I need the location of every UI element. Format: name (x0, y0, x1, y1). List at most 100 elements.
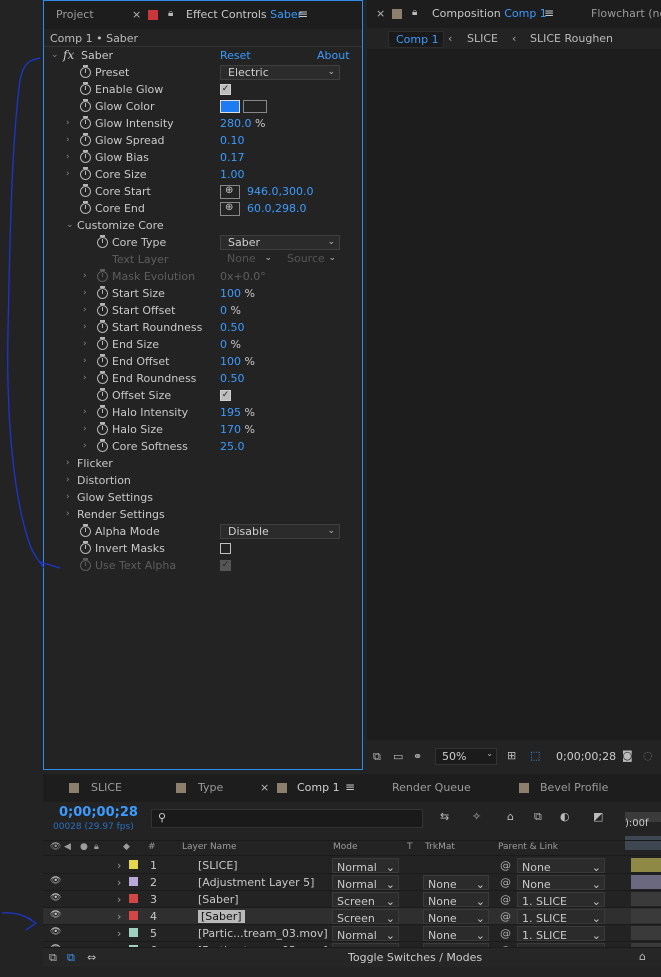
property-row-halo-size[interactable]: › Halo Size 170 % (44, 422, 362, 439)
text-layer-select[interactable]: None ⌄ (220, 252, 276, 267)
breadcrumb-comp1[interactable]: Comp 1 (388, 31, 444, 48)
stopwatch-icon[interactable] (97, 422, 108, 435)
property-row-core-softness[interactable]: › Core Softness 25.0 (44, 439, 362, 456)
property-value[interactable]: 25.0 (220, 440, 245, 453)
layer-row[interactable]: › 1 [SLICE] Normal ⌄ @ None ⌄ (43, 857, 661, 874)
stopwatch-icon[interactable] (80, 133, 91, 146)
chevron-right-icon[interactable]: › (66, 509, 70, 519)
tab-bevel-profile[interactable]: Bevel Profile (540, 781, 608, 794)
chevron-right-icon[interactable]: › (83, 288, 87, 298)
eyedropper-icon[interactable] (243, 100, 267, 113)
layer-duration-bar[interactable] (631, 909, 661, 923)
crosshair-icon[interactable] (220, 185, 240, 199)
stopwatch-icon[interactable] (80, 541, 91, 554)
mask-icon[interactable]: ⚭ (413, 750, 422, 763)
chevron-right-icon[interactable]: › (83, 339, 87, 349)
property-row-enable-glow[interactable]: Enable Glow ✓ (44, 82, 362, 99)
trkmat-select[interactable]: None⌄ (423, 926, 489, 942)
stopwatch-icon[interactable] (97, 303, 108, 316)
tab-effect-controls[interactable]: Effect Controls Saber (186, 8, 302, 21)
lock-icon[interactable]: 🔒︎ (94, 842, 99, 852)
stopwatch-icon[interactable] (80, 82, 91, 95)
chevron-right-icon[interactable]: › (66, 169, 70, 179)
mode-select[interactable]: Screen ⌄ (332, 892, 399, 908)
comp-timecode[interactable]: 0;00;00;28 (556, 750, 616, 763)
property-row-core-start[interactable]: Core Start 946.0,300.0 (44, 184, 362, 201)
layer-search-input[interactable]: ⚲ (151, 809, 423, 828)
property-row-glow-intensity[interactable]: › Glow Intensity 280.0 % (44, 116, 362, 133)
property-row-render-settings[interactable]: › Render Settings (44, 507, 362, 524)
chevron-down-icon[interactable]: ⌄ (51, 50, 59, 60)
crosshair-icon[interactable] (220, 202, 240, 216)
property-row-glow-settings[interactable]: › Glow Settings (44, 490, 362, 507)
composition-viewer[interactable] (367, 50, 661, 740)
panel-menu-icon[interactable]: ≡ (345, 780, 355, 794)
chevron-right-icon[interactable]: › (117, 893, 121, 906)
stopwatch-icon[interactable] (97, 320, 108, 333)
tab-render-queue[interactable]: Render Queue (392, 781, 471, 794)
pickwhip-icon[interactable]: @ (500, 910, 511, 923)
property-value[interactable]: 280.0 % (220, 117, 265, 130)
checkbox[interactable]: ✓ (220, 560, 231, 571)
property-row-halo-intensity[interactable]: › Halo Intensity 195 % (44, 405, 362, 422)
col-t[interactable]: T (407, 842, 413, 852)
stopwatch-icon[interactable] (80, 167, 91, 180)
property-value[interactable]: 1.00 (220, 168, 245, 181)
tab-slice[interactable]: SLICE (91, 781, 122, 794)
layer-row[interactable]: 👁︎ › 5 [Partic...tream_03.mov] Normal ⌄ None ⌄ @… (43, 925, 661, 942)
stopwatch-icon[interactable] (80, 99, 91, 112)
zoom-select[interactable]: 50% ⌄ (435, 748, 497, 765)
stopwatch-icon[interactable] (97, 439, 108, 452)
mode-select[interactable]: Normal⌄ (332, 858, 399, 874)
mode-select[interactable]: Screen ⌄ (332, 909, 399, 925)
chevron-right-icon[interactable]: › (117, 859, 121, 872)
col-layer-name[interactable]: Layer Name (182, 842, 237, 852)
pickwhip-icon[interactable]: @ (500, 859, 511, 872)
eye-icon[interactable]: 👁︎ (50, 910, 61, 920)
layer-row[interactable]: 👁︎ › 4 [Saber] Screen ⌄ None ⌄ @1. SLICE ⌄ (43, 908, 661, 925)
property-row-core-end[interactable]: Core End 60.0,298.0 (44, 201, 362, 218)
timeline-timecode[interactable]: 0;00;00;28 (59, 805, 138, 820)
property-row-end-size[interactable]: › End Size 0 % (44, 337, 362, 354)
property-value[interactable]: 0.50 (220, 321, 245, 334)
zoom-out-icon[interactable]: ⌂ (639, 950, 646, 963)
chevron-right-icon[interactable]: › (66, 135, 70, 145)
eye-icon[interactable]: 👁︎ (50, 842, 61, 852)
property-value[interactable]: 0.10 (220, 134, 245, 147)
checkbox[interactable]: ✓ (220, 84, 231, 95)
layer-name[interactable]: [SLICE] (198, 859, 238, 872)
chevron-right-icon[interactable]: › (83, 305, 87, 315)
property-row-start-offset[interactable]: › Start Offset 0 % (44, 303, 362, 320)
stopwatch-icon[interactable] (80, 150, 91, 163)
property-row-flicker[interactable]: › Flicker (44, 456, 362, 473)
checkbox[interactable]: ✓ (220, 390, 231, 401)
in-out-icon[interactable]: ⇔ (87, 951, 96, 964)
checkbox[interactable] (220, 543, 231, 554)
stopwatch-icon[interactable] (97, 269, 108, 282)
property-row-text-layer[interactable]: Text Layer None ⌄ Source ⌄ (44, 252, 362, 269)
region-icon[interactable]: ⬚ (530, 749, 540, 762)
parent-select[interactable]: 1. SLICE⌄ (517, 892, 605, 908)
close-icon[interactable]: × (132, 8, 141, 21)
about-link[interactable]: About (317, 49, 350, 62)
audio-icon[interactable]: ◀ (64, 842, 71, 852)
property-row-core-size[interactable]: › Core Size 1.00 (44, 167, 362, 184)
stopwatch-icon[interactable] (97, 405, 108, 418)
layer-name[interactable]: [Adjustment Layer 5] (198, 876, 314, 889)
property-value[interactable]: 0 % (220, 338, 241, 351)
graph-editor-icon[interactable]: ◩ (593, 810, 603, 823)
trkmat-select[interactable]: None⌄ (423, 892, 489, 908)
chevron-right-icon[interactable]: › (66, 152, 70, 162)
pickwhip-icon[interactable]: @ (500, 893, 511, 906)
stopwatch-icon[interactable] (97, 371, 108, 384)
parent-select[interactable]: None ⌄ (517, 858, 605, 874)
property-row-customize-core[interactable]: ⌄ Customize Core (44, 218, 362, 235)
tab-composition[interactable]: Composition Comp 1 (432, 7, 547, 20)
chevron-right-icon[interactable]: › (66, 458, 70, 468)
property-value[interactable]: 170 % (220, 423, 255, 436)
snapshot-layers-icon[interactable]: ⧉ (373, 750, 381, 764)
layer-row[interactable]: 👁︎ › 2 [Adjustment Layer 5] Normal ⌄ None ⌄ @ Non… (43, 874, 661, 891)
eye-icon[interactable]: 👁︎ (50, 876, 61, 886)
chevron-right-icon[interactable]: › (66, 475, 70, 485)
color-swatch[interactable] (220, 100, 240, 113)
